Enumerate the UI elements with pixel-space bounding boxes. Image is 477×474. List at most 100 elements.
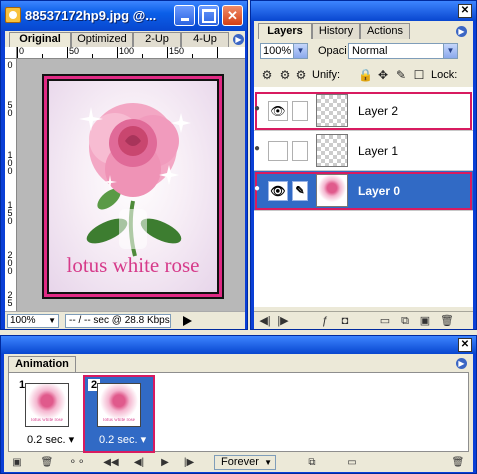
- move-icon[interactable]: ✥: [376, 68, 390, 82]
- canvas[interactable]: lotus white rose: [17, 59, 245, 311]
- layer-row-layer-0[interactable]: ● 👁 ✎ Layer 0: [254, 171, 473, 211]
- step-back-icon[interactable]: ◀|: [258, 314, 272, 328]
- ruler-label: 150: [169, 47, 185, 56]
- visibility-toggle[interactable]: [268, 141, 288, 161]
- tab-layers[interactable]: Layers: [258, 23, 312, 39]
- tween-icon[interactable]: ⚬⚬: [68, 456, 86, 470]
- layer-indicator-icon: ●: [254, 183, 261, 194]
- frame-thumbnail: lotus white rose: [25, 383, 69, 427]
- animation-panel-title-bar[interactable]: ✕: [1, 336, 476, 354]
- ruler-label: 0: [7, 108, 13, 118]
- tab-original[interactable]: Original: [9, 32, 71, 47]
- previous-frame-icon[interactable]: ◀|: [130, 456, 148, 470]
- new-frame-icon[interactable]: ▭: [344, 456, 360, 470]
- chevron-down-icon[interactable]: ▼: [443, 44, 457, 58]
- animation-frame-2[interactable]: 2 lotus white rose 0.2 sec. ▾: [83, 375, 155, 453]
- view-tabs: Original Optimized 2-Up 4-Up ▶: [5, 31, 245, 47]
- step-forward-icon[interactable]: |▶: [276, 314, 290, 328]
- frame-thumbnail: lotus white rose: [97, 383, 141, 427]
- convert-to-timeline-icon[interactable]: ▣: [10, 456, 24, 470]
- minimize-button[interactable]: [174, 5, 195, 26]
- layers-panel: ✕ Layers History Actions ▶ 100% ▼ Opaci N…: [250, 0, 477, 330]
- ruler-label: 0: [7, 60, 13, 70]
- close-icon[interactable]: ✕: [458, 4, 472, 18]
- blend-mode-value: Normal: [352, 45, 388, 57]
- unify-style-icon[interactable]: ⚙: [294, 68, 308, 82]
- frame-delay: 0.2 sec.: [27, 434, 66, 446]
- loop-select[interactable]: Forever ▼: [214, 455, 276, 470]
- paintbrush-icon[interactable]: ✎: [292, 181, 308, 201]
- layer-list: ● 👁 Layer 2 ● Layer 1 ● 👁 ✎ Layer 0: [254, 87, 473, 307]
- trash-icon[interactable]: 🗑: [40, 456, 54, 470]
- ruler-label: 5: [7, 298, 13, 308]
- duplicate-frame-icon[interactable]: ⧉: [304, 456, 320, 470]
- unify-visibility-icon[interactable]: ⚙: [278, 68, 292, 82]
- ruler-tick: [117, 47, 118, 58]
- link-box[interactable]: [292, 101, 308, 121]
- lock-icon[interactable]: 🔒: [358, 68, 373, 82]
- checkbox-icon[interactable]: ☐: [412, 68, 426, 82]
- image-border: lotus white rose: [42, 74, 224, 299]
- preview-in-browser-icon[interactable]: [183, 316, 192, 326]
- trash-icon[interactable]: 🗑: [440, 314, 454, 328]
- tabs-scroll-right-icon[interactable]: ▶: [233, 34, 244, 45]
- tab-history[interactable]: History: [312, 23, 360, 39]
- vertical-ruler[interactable]: 0 5 0 1 0 0 1 5 0 2 0 0 2 5: [5, 59, 17, 311]
- tab-actions[interactable]: Actions: [360, 23, 410, 39]
- play-icon[interactable]: ▶: [158, 456, 172, 470]
- zoom-select[interactable]: 100% ▼: [7, 314, 59, 328]
- thumbnail-caption: lotus white rose: [31, 418, 63, 423]
- chevron-down-icon[interactable]: ▼: [293, 44, 307, 58]
- panel-menu-icon[interactable]: ▶: [456, 26, 467, 37]
- opacity-value: 100%: [263, 45, 292, 57]
- lock-label: Lock:: [431, 69, 458, 81]
- close-button[interactable]: ✕: [222, 5, 243, 26]
- panel-menu-icon[interactable]: ▶: [456, 358, 467, 369]
- ruler-origin[interactable]: [5, 47, 17, 59]
- layers-panel-title-bar[interactable]: ✕: [251, 1, 476, 21]
- frames-strip: 1 lotus white rose 0.2 sec. ▾ 2 lotus wh…: [8, 372, 469, 453]
- maximize-button[interactable]: [198, 5, 219, 26]
- layer-name[interactable]: Layer 1: [358, 144, 398, 158]
- opacity-label: Opaci: [318, 45, 347, 57]
- brush-icon[interactable]: ✎: [394, 68, 408, 82]
- eye-icon[interactable]: 👁: [268, 181, 288, 201]
- animation-frame-1[interactable]: 1 lotus white rose 0.2 sec. ▾: [13, 377, 81, 451]
- new-folder-icon[interactable]: ▭: [378, 314, 392, 328]
- tab-4-up[interactable]: 4-Up: [181, 32, 229, 47]
- layer-mask-icon[interactable]: ◘: [338, 314, 352, 328]
- tab-optimized[interactable]: Optimized: [71, 32, 133, 47]
- document-title-bar[interactable]: 88537172hp9.jpg @... ✕: [1, 1, 247, 31]
- opacity-field[interactable]: 100% ▼: [260, 43, 308, 59]
- blend-mode-select[interactable]: Normal ▼: [348, 43, 458, 59]
- frame-delay-select[interactable]: 0.2 sec. ▾: [27, 433, 74, 446]
- frame-delay-select[interactable]: 0.2 sec. ▾: [99, 433, 146, 446]
- first-frame-icon[interactable]: ◀◀: [102, 456, 120, 470]
- delete-frame-icon[interactable]: 🗑: [450, 456, 466, 470]
- tab-animation[interactable]: Animation: [8, 356, 76, 372]
- ruler-tick: [192, 54, 193, 58]
- ruler-label: 0: [7, 166, 13, 176]
- new-layer-icon[interactable]: ⧉: [398, 314, 412, 328]
- ruler-tick: [17, 47, 18, 58]
- unify-position-icon[interactable]: ⚙: [260, 68, 274, 82]
- image-file-icon: [5, 7, 21, 23]
- layer-style-icon[interactable]: ƒ: [318, 314, 332, 328]
- document-title: 88537172hp9.jpg @...: [25, 8, 157, 23]
- horizontal-ruler[interactable]: 0 50 100 150: [17, 47, 245, 59]
- duplicate-layer-icon[interactable]: ▣: [418, 314, 432, 328]
- chevron-down-icon: ▼: [264, 458, 272, 467]
- next-frame-icon[interactable]: |▶: [180, 456, 198, 470]
- unify-label: Unify:: [312, 69, 341, 81]
- layer-name[interactable]: Layer 2: [358, 104, 398, 118]
- layer-thumbnail: [316, 94, 348, 127]
- tab-2-up[interactable]: 2-Up: [133, 32, 181, 47]
- rose-image[interactable]: lotus white rose: [47, 79, 219, 294]
- layer-name[interactable]: Layer 0: [358, 184, 400, 198]
- close-icon[interactable]: ✕: [458, 338, 472, 352]
- link-box[interactable]: [292, 141, 308, 161]
- eye-icon[interactable]: 👁: [268, 101, 288, 121]
- layer-row-layer-1[interactable]: ● Layer 1: [254, 131, 473, 171]
- layers-panel-body: Layers History Actions ▶ 100% ▼ Opaci Nor…: [254, 21, 473, 329]
- layer-row-layer-2[interactable]: ● 👁 Layer 2: [254, 91, 473, 131]
